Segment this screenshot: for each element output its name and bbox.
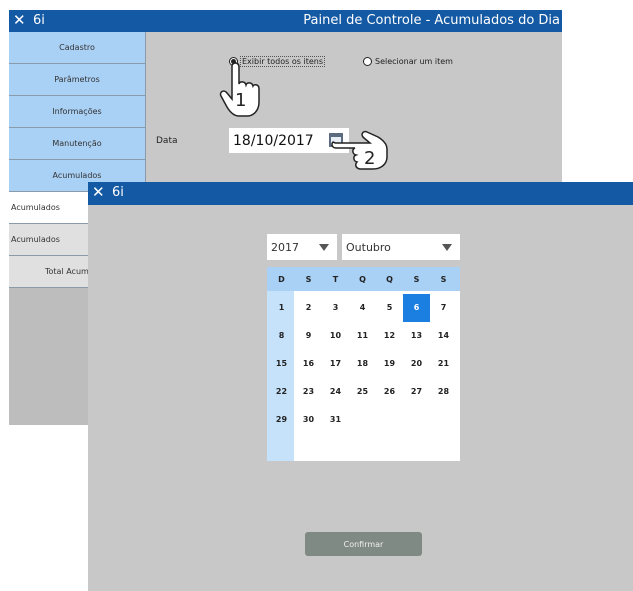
sidebar-item-informacoes[interactable]: Informações: [9, 96, 146, 128]
calendar-day[interactable]: 8: [268, 331, 295, 340]
weekday-label: D: [278, 275, 285, 284]
date-picker-window: ✕ 6i 2017 Outubro D S T Q Q S S 1 2 3 4 5 6 7 8 9 10 11 12…: [88, 182, 633, 591]
calendar-day[interactable]: 12: [376, 331, 403, 340]
year-value: 2017: [271, 241, 299, 254]
calendar-day[interactable]: 31: [322, 415, 349, 424]
month-value: Outubro: [346, 241, 391, 254]
calendar-day[interactable]: 24: [322, 387, 349, 396]
calendar-day[interactable]: 29: [268, 415, 295, 424]
window-title: Painel de Controle - Acumulados do Dia: [303, 13, 560, 28]
calendar-day[interactable]: 3: [322, 303, 349, 312]
calendar-day[interactable]: 4: [349, 303, 376, 312]
calendar-day[interactable]: 5: [376, 303, 403, 312]
calendar-day[interactable]: 1: [268, 303, 295, 312]
calendar-day[interactable]: 25: [349, 387, 376, 396]
app-name: 6i: [112, 185, 124, 200]
calendar-day[interactable]: 18: [349, 359, 376, 368]
calendar-day[interactable]: 16: [295, 359, 322, 368]
pointing-hand-icon: [331, 130, 388, 170]
weekday-label: T: [332, 275, 339, 284]
calendar-day[interactable]: 28: [430, 387, 457, 396]
step-number-1: 1: [235, 90, 247, 111]
calendar-day[interactable]: 19: [376, 359, 403, 368]
calendar-day[interactable]: 11: [349, 331, 376, 340]
calendar-day[interactable]: 2: [295, 303, 322, 312]
close-icon[interactable]: ✕: [92, 183, 105, 201]
title-bar: ✕ 6i Painel de Controle - Acumulados do …: [9, 10, 562, 32]
weekday-label: S: [413, 275, 420, 284]
title-bar: ✕ 6i: [88, 182, 633, 205]
weekday-label: S: [305, 275, 312, 284]
sidebar-item-manutencao[interactable]: Manutenção: [9, 128, 146, 160]
calendar-day[interactable]: 21: [430, 359, 457, 368]
calendar-day[interactable]: 23: [295, 387, 322, 396]
weekday-label: Q: [359, 275, 366, 284]
weekday-label: Q: [386, 275, 393, 284]
month-select[interactable]: Outubro: [342, 234, 460, 260]
calendar-grid: D S T Q Q S S 1 2 3 4 5 6 7 8 9 10 11 12 13 14 15 16 17 18 19 20 21…: [267, 267, 460, 461]
radio-unselected-icon: [363, 57, 372, 66]
app-name: 6i: [33, 13, 45, 28]
calendar-day[interactable]: 14: [430, 331, 457, 340]
calendar-day[interactable]: 30: [295, 415, 322, 424]
calendar-day[interactable]: 15: [268, 359, 295, 368]
calendar-day[interactable]: 7: [430, 303, 457, 312]
calendar-day[interactable]: 13: [403, 331, 430, 340]
radio-select-one[interactable]: Selecionar um item: [363, 57, 453, 66]
calendar-day[interactable]: 26: [376, 387, 403, 396]
calendar-day[interactable]: 27: [403, 387, 430, 396]
calendar-day[interactable]: 22: [268, 387, 295, 396]
calendar-day[interactable]: 10: [322, 331, 349, 340]
weekday-label: S: [440, 275, 447, 284]
sidebar-item-parametros[interactable]: Parâmetros: [9, 64, 146, 96]
step-number-2: 2: [364, 148, 376, 169]
calendar-day[interactable]: 20: [403, 359, 430, 368]
calendar-day[interactable]: 9: [295, 331, 322, 340]
chevron-down-icon: [442, 244, 452, 251]
sidebar-item-cadastro[interactable]: Cadastro: [9, 32, 146, 64]
close-icon[interactable]: ✕: [13, 11, 26, 29]
radio-select-one-label: Selecionar um item: [375, 57, 453, 66]
chevron-down-icon: [319, 244, 329, 251]
date-label: Data: [156, 136, 178, 146]
year-select[interactable]: 2017: [267, 234, 337, 260]
confirm-button[interactable]: Confirmar: [305, 532, 422, 556]
calendar-day[interactable]: 17: [322, 359, 349, 368]
calendar-day-selected[interactable]: 6: [403, 294, 430, 322]
